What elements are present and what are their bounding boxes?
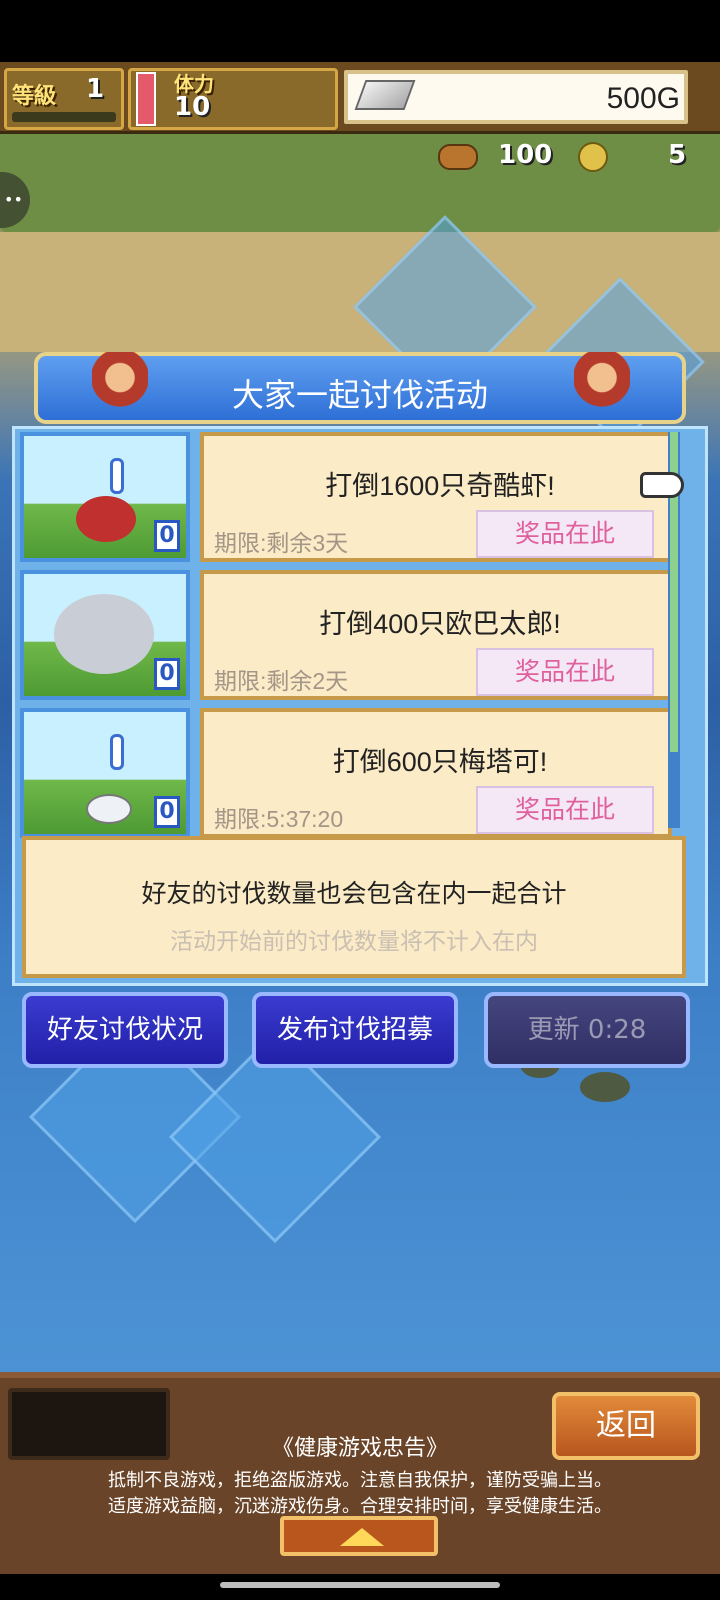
prize-button[interactable]: 奖品在此: [476, 648, 654, 696]
friend-status-button[interactable]: 好友讨伐状况: [22, 992, 228, 1068]
robot-spider-icon: [54, 594, 154, 674]
level-label: 等級: [12, 84, 57, 109]
status-bar: [0, 0, 720, 62]
health-advice-line: 适度游戏益脑，沉迷游戏伤身。合理安排时间，享受健康生活。: [108, 1496, 612, 1517]
gold-value: 500G: [606, 82, 680, 115]
quest-card: 打倒400只欧巴太郎! 期限:剩余2天 奖品在此: [200, 570, 672, 700]
rock: [580, 1072, 630, 1102]
quest-thumbnail: 0: [20, 570, 190, 700]
quest-thumbnail: 0: [20, 708, 190, 838]
white-slime-icon: [86, 794, 132, 824]
defeat-count: 0: [154, 520, 180, 552]
stamina-value: 10: [174, 92, 211, 122]
medal-icon: [578, 142, 608, 172]
quest-title: 打倒400只欧巴太郎!: [319, 609, 561, 639]
quest-row[interactable]: 0 打倒400只欧巴太郎! 期限:剩余2天 奖品在此: [20, 570, 672, 700]
quest-row[interactable]: 0 打倒600只梅塔可! 期限:5:37:20 奖品在此: [20, 708, 672, 838]
refresh-button[interactable]: 更新 0:28: [484, 992, 690, 1068]
dialog-title: 大家一起讨伐活动: [231, 376, 488, 414]
quest-card: 打倒1600只奇酷虾! 期限:剩余3天 奖品在此: [200, 432, 672, 562]
face-icon: ••: [4, 190, 23, 209]
expand-menu-button[interactable]: [280, 1516, 438, 1556]
post-recruit-button[interactable]: 发布讨伐招募: [252, 992, 458, 1068]
exclamation-icon: [110, 734, 124, 770]
stamina-gauge: [136, 72, 156, 126]
quest-deadline: 期限:剩余2天: [214, 668, 349, 694]
prize-button[interactable]: 奖品在此: [476, 510, 654, 558]
grass-area: [0, 122, 720, 232]
quest-deadline: 期限:剩余3天: [214, 530, 349, 556]
info-line: 好友的讨伐数量也会包含在内一起合计: [141, 879, 567, 908]
prize-button[interactable]: 奖品在此: [476, 786, 654, 834]
level-value: 1: [86, 74, 105, 104]
stamina-panel[interactable]: [128, 68, 338, 130]
hand-pointer-icon: [640, 472, 684, 498]
quest-card: 打倒600只梅塔可! 期限:5:37:20 奖品在此: [200, 708, 672, 838]
up-arrow-icon: [340, 1528, 384, 1546]
food-icon: [438, 144, 478, 170]
health-advice-line: 抵制不良游戏，拒绝盗版游戏。注意自我保护，谨防受骗上当。: [108, 1470, 612, 1491]
red-scorpion-icon: [76, 496, 136, 542]
home-indicator[interactable]: [220, 1582, 500, 1588]
food-value: 100: [498, 140, 553, 170]
quest-title: 打倒600只梅塔可!: [332, 747, 548, 777]
medal-value: 5: [668, 140, 687, 170]
quest-deadline: 期限:5:37:20: [214, 806, 344, 832]
defeat-count: 0: [154, 658, 180, 690]
defeat-count: 0: [154, 796, 180, 828]
info-note: 活动开始前的讨伐数量将不计入在内: [170, 929, 538, 955]
exp-bar: [12, 112, 116, 122]
exclamation-icon: [110, 458, 124, 494]
quest-row[interactable]: 0 打倒1600只奇酷虾! 期限:剩余3天 奖品在此: [20, 432, 672, 562]
health-advice-title: 《健康游戏忠告》: [271, 1436, 448, 1461]
quest-title: 打倒1600只奇酷虾!: [325, 471, 555, 501]
quest-thumbnail: 0: [20, 432, 190, 562]
